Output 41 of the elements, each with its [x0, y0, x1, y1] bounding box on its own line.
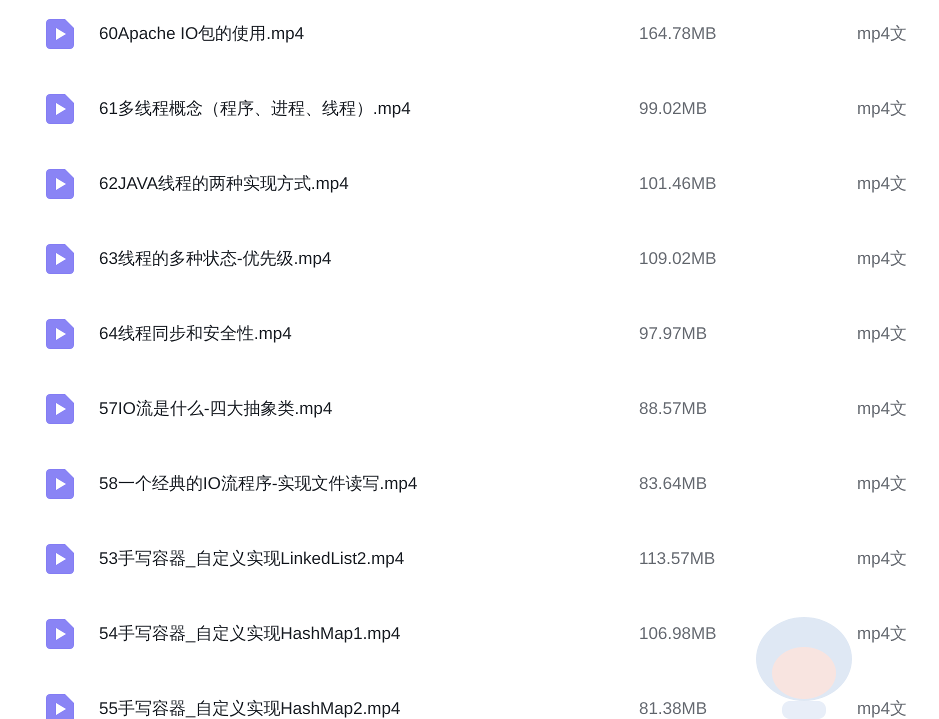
file-size: 164.78MB — [639, 24, 718, 44]
video-file-icon — [46, 694, 74, 719]
file-type: mp4文 — [857, 248, 908, 270]
assistant-avatar[interactable] — [756, 615, 852, 719]
file-name[interactable]: 60Apache IO包的使用.mp4 — [99, 22, 639, 45]
file-size: 106.98MB — [639, 624, 718, 644]
file-name[interactable]: 62JAVA线程的两种实现方式.mp4 — [99, 172, 639, 195]
video-file-icon — [46, 318, 74, 348]
file-type: mp4文 — [857, 698, 908, 719]
video-file-icon — [46, 18, 74, 48]
file-type: mp4文 — [857, 398, 908, 420]
file-name[interactable]: 57IO流是什么-四大抽象类.mp4 — [99, 397, 639, 420]
file-size: 81.38MB — [639, 698, 708, 718]
file-name[interactable]: 61多线程概念（程序、进程、线程）.mp4 — [99, 97, 639, 120]
file-type: mp4文 — [857, 98, 908, 120]
video-file-icon — [46, 244, 74, 274]
file-type: mp4文 — [857, 623, 908, 645]
video-file-icon — [46, 94, 74, 124]
file-name[interactable]: 58一个经典的IO流程序-实现文件读写.mp4 — [99, 472, 639, 495]
file-type: mp4文 — [857, 23, 908, 45]
file-name[interactable]: 53手写容器_自定义实现LinkedList2.mp4 — [99, 547, 639, 570]
file-size: 113.57MB — [639, 548, 716, 568]
file-size: 88.57MB — [639, 398, 708, 418]
file-size: 99.02MB — [639, 98, 708, 118]
file-type: mp4文 — [857, 548, 908, 570]
video-file-icon — [46, 544, 74, 574]
file-name[interactable]: 54手写容器_自定义实现HashMap1.mp4 — [99, 622, 639, 645]
file-type: mp4文 — [857, 323, 908, 345]
file-type: mp4文 — [857, 173, 908, 195]
file-name[interactable]: 64线程同步和安全性.mp4 — [99, 322, 639, 345]
video-file-icon — [46, 618, 74, 648]
file-size: 101.46MB — [639, 174, 718, 194]
file-name[interactable]: 63线程的多种状态-优先级.mp4 — [99, 247, 639, 270]
file-size: 97.97MB — [639, 324, 708, 344]
video-file-icon — [46, 168, 74, 198]
file-type: mp4文 — [857, 473, 908, 495]
video-file-icon — [46, 394, 74, 424]
file-name[interactable]: 55手写容器_自定义实现HashMap2.mp4 — [99, 697, 639, 719]
file-size: 83.64MB — [639, 474, 708, 494]
file-size: 109.02MB — [639, 248, 718, 268]
video-file-icon — [46, 468, 74, 498]
